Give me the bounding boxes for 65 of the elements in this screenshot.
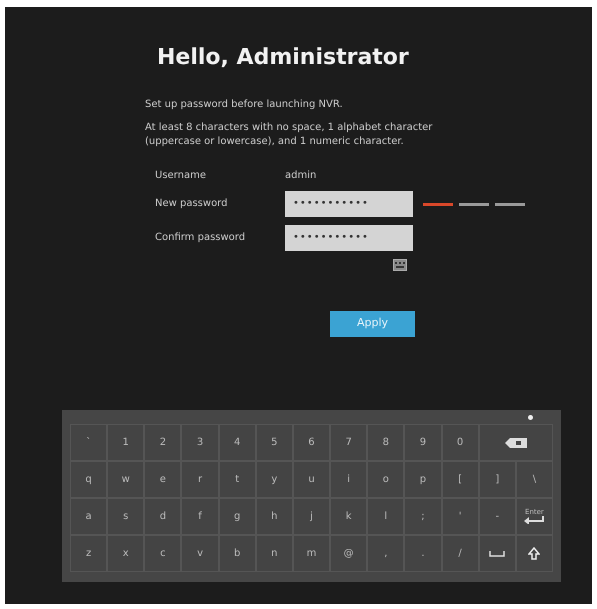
keyboard-key[interactable]: r bbox=[181, 461, 219, 498]
password-field[interactable]: ••••••••••• bbox=[285, 224, 413, 250]
keyboard-key[interactable]: u bbox=[292, 461, 330, 498]
space-icon bbox=[489, 550, 506, 556]
keyboard-key[interactable]: 3 bbox=[181, 424, 219, 461]
keyboard-key[interactable]: n bbox=[256, 535, 293, 572]
keyboard-key[interactable]: m bbox=[292, 535, 330, 572]
keyboard-key[interactable]: l bbox=[367, 498, 404, 535]
keyboard-key[interactable]: 5 bbox=[256, 424, 293, 461]
password-rules-text: At least 8 characters with no space, 1 alphabet character (uppercase or lowercase), and 1 numeric character. bbox=[145, 120, 434, 149]
keyboard-icon[interactable] bbox=[393, 258, 407, 270]
keyboard-key[interactable]: @ bbox=[330, 535, 368, 572]
keyboard-key[interactable]: t bbox=[218, 461, 256, 498]
keyboard-key[interactable]: p bbox=[404, 461, 442, 498]
page-title: Hello, Administrator bbox=[157, 44, 410, 72]
keyboard-key[interactable]: 0 bbox=[442, 424, 479, 461]
username-value: admin bbox=[285, 168, 318, 182]
password-field[interactable]: ••••••••••• bbox=[285, 190, 413, 216]
keyboard-key[interactable]: i bbox=[330, 461, 368, 498]
keyboard-key[interactable]: ; bbox=[404, 498, 442, 535]
field-label: New password bbox=[155, 197, 228, 211]
keyboard-key[interactable]: 9 bbox=[404, 424, 442, 461]
keyboard-key[interactable]: \ bbox=[516, 461, 553, 498]
keyboard-key[interactable]: 8 bbox=[367, 424, 404, 461]
keyboard-key[interactable]: 4 bbox=[218, 424, 256, 461]
close-dot[interactable] bbox=[528, 415, 533, 420]
keyboard-key[interactable]: b bbox=[218, 535, 256, 572]
keyboard-key[interactable]: . bbox=[404, 535, 442, 572]
backspace-key[interactable] bbox=[478, 424, 553, 461]
keyboard-key[interactable]: j bbox=[292, 498, 330, 535]
apply-button[interactable]: Apply bbox=[330, 310, 415, 336]
keyboard-key[interactable]: 2 bbox=[144, 424, 182, 461]
keyboard-key[interactable]: c bbox=[144, 535, 182, 572]
keyboard-key[interactable]: k bbox=[330, 498, 368, 535]
keyboard-key[interactable]: q bbox=[70, 461, 108, 498]
keyboard-key[interactable]: w bbox=[107, 461, 144, 498]
enter-arrow-icon bbox=[524, 516, 544, 524]
keyboard-key[interactable]: , bbox=[367, 535, 404, 572]
keyboard-key[interactable]: o bbox=[367, 461, 404, 498]
keyboard-key[interactable]: d bbox=[144, 498, 182, 535]
keyboard-key[interactable]: a bbox=[70, 498, 108, 535]
keyboard-key[interactable]: ` bbox=[70, 424, 108, 461]
field-label: Username bbox=[155, 168, 207, 182]
keyboard-key[interactable]: f bbox=[181, 498, 219, 535]
intro-text: Set up password before launching NVR. bbox=[145, 98, 344, 112]
keyboard-key[interactable]: s bbox=[107, 498, 144, 535]
keyboard-key[interactable]: v bbox=[181, 535, 219, 572]
keyboard-key[interactable]: x bbox=[107, 535, 144, 572]
shift-icon bbox=[528, 547, 540, 560]
keyboard-key[interactable]: h bbox=[256, 498, 293, 535]
keyboard-key[interactable]: e bbox=[144, 461, 182, 498]
field-label: Confirm password bbox=[155, 231, 246, 245]
keyboard-key[interactable]: 6 bbox=[292, 424, 330, 461]
keyboard-key[interactable]: 7 bbox=[330, 424, 368, 461]
keyboard-key[interactable]: z bbox=[70, 535, 108, 572]
keyboard-key[interactable]: 1 bbox=[107, 424, 144, 461]
keyboard-key[interactable]: / bbox=[442, 535, 479, 572]
shift-key[interactable] bbox=[516, 535, 553, 572]
backspace-icon bbox=[504, 438, 527, 448]
keyboard-key[interactable]: ] bbox=[478, 461, 516, 498]
keyboard-key[interactable]: g bbox=[218, 498, 256, 535]
keyboard-key[interactable]: y bbox=[256, 461, 293, 498]
keyboard-key[interactable]: ' bbox=[442, 498, 479, 535]
keyboard-key[interactable]: - bbox=[478, 498, 516, 535]
keyboard-key[interactable]: [ bbox=[442, 461, 479, 498]
